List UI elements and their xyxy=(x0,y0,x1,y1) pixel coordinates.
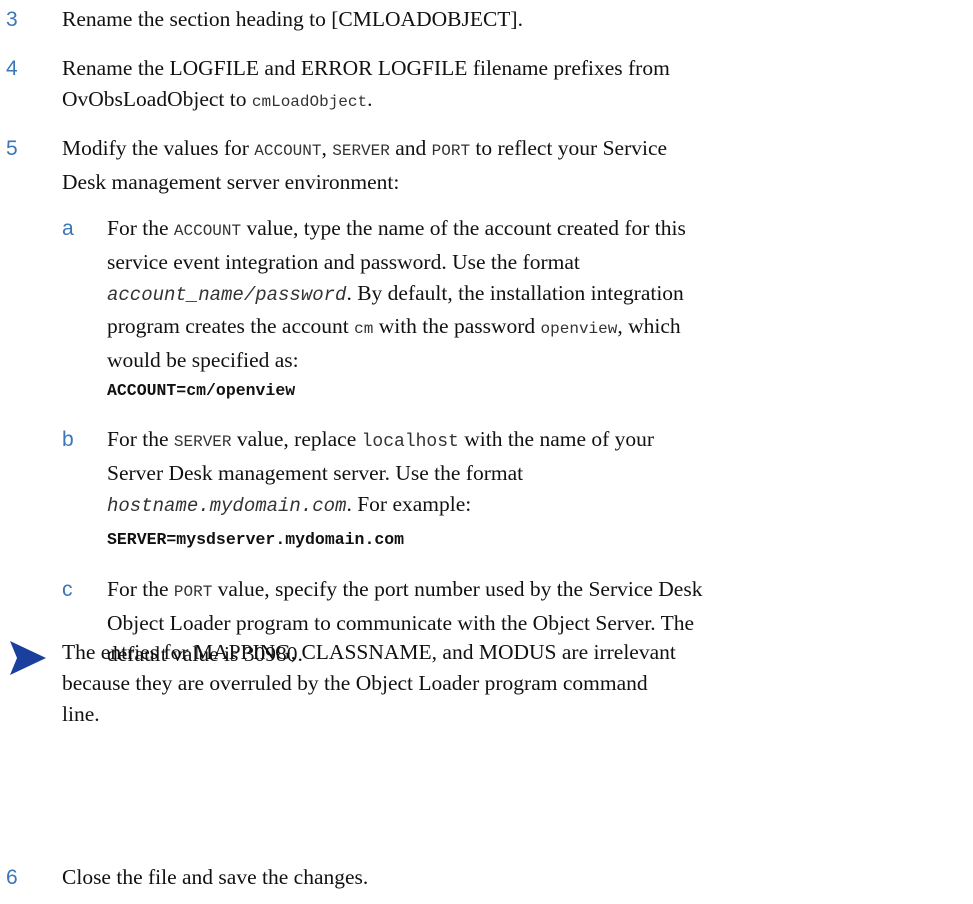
step-number: 5 xyxy=(6,137,18,160)
step-number: 3 xyxy=(6,8,18,31)
step-text: Close the file and save the changes. xyxy=(62,865,369,889)
step-text: Modify the values for ACCOUNT, SERVER an… xyxy=(62,136,668,194)
substep-letter: c xyxy=(62,578,73,601)
code-server: SERVER=mysdserver.mydomain.com xyxy=(107,530,405,549)
note-text: The entries for MAPPING, CLASSNAME, and … xyxy=(62,640,676,726)
step-number: 6 xyxy=(6,866,18,889)
step-text: Rename the LOGFILE and ERROR LOGFILE fil… xyxy=(62,56,670,111)
substep-letter: a xyxy=(62,217,74,240)
step-number: 4 xyxy=(6,57,18,80)
substep-text: For the ACCOUNT value, type the name of … xyxy=(107,216,686,372)
code-account: ACCOUNT=cm/openview xyxy=(107,381,296,400)
substep-letter: b xyxy=(62,428,74,451)
substep-text: For the SERVER value, replace localhost … xyxy=(107,427,655,517)
step-text: Rename the section heading to [CMLOADOBJ… xyxy=(62,7,523,31)
